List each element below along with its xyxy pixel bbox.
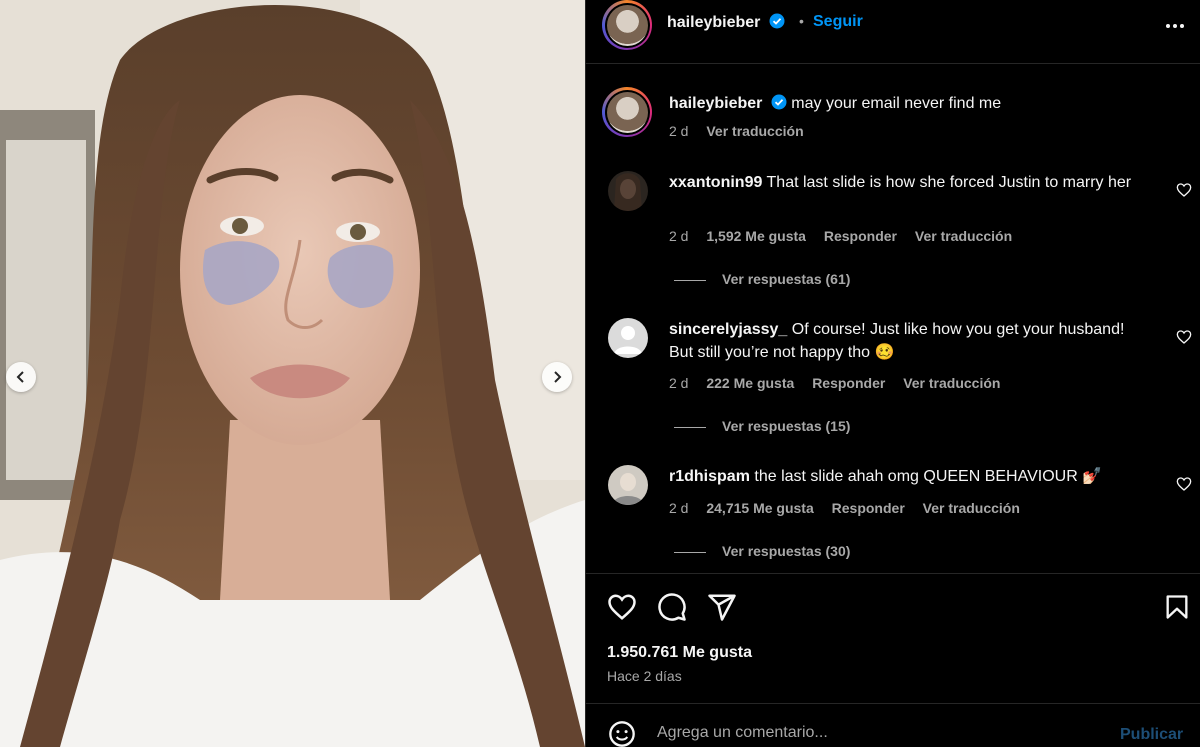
post-media bbox=[0, 0, 585, 747]
comment-text: That last slide is how she forced Justin… bbox=[766, 174, 1132, 191]
caption-avatar[interactable] bbox=[602, 87, 652, 137]
comment-composer: Publicar bbox=[586, 703, 1200, 747]
heart-icon[interactable] bbox=[1176, 329, 1192, 345]
share-icon[interactable] bbox=[707, 592, 737, 622]
post-side-panel: haileybieber • Seguir haileybieber may y… bbox=[585, 0, 1200, 747]
post-photo bbox=[0, 0, 585, 747]
emoji-icon[interactable] bbox=[608, 720, 636, 747]
post-timestamp: Hace 2 días bbox=[607, 668, 682, 684]
comment-translate-link[interactable]: Ver traducción bbox=[923, 500, 1020, 516]
view-replies-button[interactable]: Ver respuestas (30) bbox=[674, 543, 850, 559]
author-avatar[interactable] bbox=[602, 0, 652, 50]
chevron-left-icon bbox=[16, 371, 24, 383]
next-slide-button[interactable] bbox=[542, 362, 572, 392]
caption-username[interactable]: haileybieber bbox=[669, 95, 762, 112]
comment-text-block: sincerelyjassy_ Of course! Just like how… bbox=[669, 318, 1139, 364]
comment-avatar[interactable] bbox=[608, 465, 648, 505]
reply-button[interactable]: Responder bbox=[832, 500, 905, 516]
comment-avatar[interactable] bbox=[608, 318, 648, 358]
heart-icon[interactable] bbox=[607, 592, 637, 622]
heart-icon[interactable] bbox=[1176, 476, 1192, 492]
comment-translate-link[interactable]: Ver traducción bbox=[903, 375, 1000, 391]
heart-icon[interactable] bbox=[1176, 182, 1192, 198]
author-username[interactable]: haileybieber bbox=[667, 13, 785, 32]
comment-meta: 2 d 24,715 Me gusta Responder Ver traduc… bbox=[669, 500, 1034, 516]
chevron-right-icon bbox=[554, 371, 562, 383]
comment-username[interactable]: sincerelyjassy_ bbox=[669, 321, 787, 338]
author-username-text[interactable]: haileybieber bbox=[667, 14, 760, 31]
comment-likes[interactable]: 24,715 Me gusta bbox=[706, 500, 813, 516]
reply-button[interactable]: Responder bbox=[812, 375, 885, 391]
comment-time[interactable]: 2 d bbox=[669, 375, 688, 391]
caption-text: may your email never find me bbox=[791, 95, 1002, 112]
bookmark-icon[interactable] bbox=[1163, 592, 1191, 622]
comment-likes[interactable]: 222 Me gusta bbox=[706, 375, 794, 391]
caption-translate-link[interactable]: Ver traducción bbox=[706, 123, 803, 139]
comment-icon[interactable] bbox=[657, 592, 687, 622]
comment-username[interactable]: xxantonin99 bbox=[669, 174, 762, 191]
comment-text-block: xxantonin99 That last slide is how she f… bbox=[669, 171, 1139, 194]
post-actions: 1.950.761 Me gusta Hace 2 días bbox=[586, 573, 1200, 703]
comment-avatar[interactable] bbox=[608, 171, 648, 211]
comment-time[interactable]: 2 d bbox=[669, 500, 688, 516]
caption-time[interactable]: 2 d bbox=[669, 123, 688, 139]
post-header: haileybieber • Seguir bbox=[586, 0, 1200, 64]
comment-input[interactable] bbox=[657, 724, 1097, 742]
reply-button[interactable]: Responder bbox=[824, 228, 897, 244]
comment-time[interactable]: 2 d bbox=[669, 228, 688, 244]
previous-slide-button[interactable] bbox=[6, 362, 36, 392]
comment-meta: 2 d 222 Me gusta Responder Ver traducció… bbox=[669, 375, 1014, 391]
comment-translate-link[interactable]: Ver traducción bbox=[915, 228, 1012, 244]
comment-likes[interactable]: 1,592 Me gusta bbox=[706, 228, 806, 244]
comments-section[interactable]: haileybieber may your email never find m… bbox=[586, 65, 1200, 573]
comment-text-block: r1dhispam the last slide ahah omg QUEEN … bbox=[669, 465, 1139, 488]
more-options-icon[interactable] bbox=[1163, 14, 1187, 38]
verified-badge-icon bbox=[771, 94, 787, 110]
caption-meta: 2 d Ver traducción bbox=[669, 123, 818, 139]
comment-text: the last slide ahah omg QUEEN BEHAVIOUR … bbox=[754, 468, 1103, 485]
comment-username[interactable]: r1dhispam bbox=[669, 468, 750, 485]
verified-badge-icon bbox=[769, 13, 785, 29]
view-replies-button[interactable]: Ver respuestas (61) bbox=[674, 271, 850, 287]
follow-button[interactable]: Seguir bbox=[813, 13, 863, 31]
header-separator: • bbox=[799, 13, 804, 29]
caption: haileybieber may your email never find m… bbox=[669, 94, 1149, 114]
comment-meta: 2 d 1,592 Me gusta Responder Ver traducc… bbox=[669, 228, 1026, 244]
likes-count[interactable]: 1.950.761 Me gusta bbox=[607, 644, 752, 662]
post-comment-button[interactable]: Publicar bbox=[1120, 726, 1183, 744]
view-replies-button[interactable]: Ver respuestas (15) bbox=[674, 418, 850, 434]
